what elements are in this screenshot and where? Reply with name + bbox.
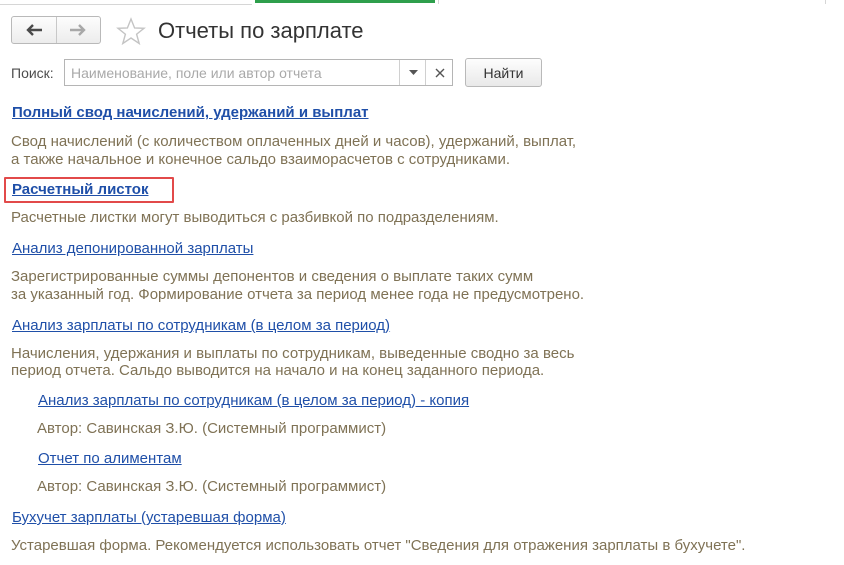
tab-inactive-right[interactable] xyxy=(438,0,826,4)
close-icon xyxy=(435,68,444,77)
report-author: Автор: Савинская З.Ю. (Системный програм… xyxy=(37,420,387,437)
report-description: Устаревшая форма. Рекомендуется использо… xyxy=(11,537,746,554)
report-description: Свод начислений (с количеством оплаченны… xyxy=(11,133,577,150)
tab-inactive-left[interactable] xyxy=(0,0,252,5)
report-link-salary-by-employees-copy[interactable]: Анализ зарплаты по сотрудникам (в целом … xyxy=(38,392,469,410)
find-button[interactable]: Найти xyxy=(465,58,542,87)
tab-strip xyxy=(0,0,844,5)
arrow-right-icon xyxy=(70,24,86,36)
report-description: а также начальное и конечное сальдо взаи… xyxy=(11,151,510,168)
report-link-salary-by-employees[interactable]: Анализ зарплаты по сотрудникам (в целом … xyxy=(12,317,390,335)
report-link-salary-accounting[interactable]: Бухучет зарплаты (устаревшая форма) xyxy=(12,509,286,527)
arrow-left-icon xyxy=(26,24,42,36)
star-icon[interactable] xyxy=(116,17,146,45)
report-description: период отчета. Сальдо выводится на начал… xyxy=(11,362,545,379)
page-title: Отчеты по зарплате xyxy=(158,18,364,43)
search-input[interactable] xyxy=(65,60,397,85)
search-field xyxy=(64,59,453,86)
report-description: Начисления, удержания и выплаты по сотру… xyxy=(11,345,575,362)
back-button[interactable] xyxy=(12,17,56,43)
search-clear-button[interactable] xyxy=(425,60,453,85)
chevron-down-icon xyxy=(408,69,418,75)
report-link-alimony[interactable]: Отчет по алиментам xyxy=(38,450,182,468)
report-author: Автор: Савинская З.Ю. (Системный програм… xyxy=(37,478,387,495)
tab-active-indicator[interactable] xyxy=(255,0,435,3)
search-label: Поиск: xyxy=(11,65,54,81)
report-description: Расчетные листки могут выводиться с разб… xyxy=(11,209,499,226)
report-link-deposited-salary[interactable]: Анализ депонированной зарплаты xyxy=(12,240,253,258)
search-dropdown-button[interactable] xyxy=(399,60,426,85)
report-link-payslip[interactable]: Расчетный листок xyxy=(12,181,148,199)
report-description: Зарегистрированные суммы депонентов и св… xyxy=(11,268,534,285)
report-link-full-summary[interactable]: Полный свод начислений, удержаний и выпл… xyxy=(12,104,369,122)
report-description: за указанный год. Формирование отчета за… xyxy=(11,286,585,303)
forward-button[interactable] xyxy=(55,17,101,43)
navigation-buttons xyxy=(11,16,101,44)
